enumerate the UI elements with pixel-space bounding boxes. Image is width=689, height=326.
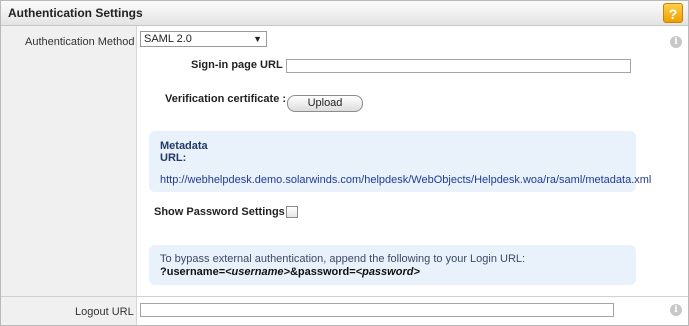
authentication-method-label: Authentication Method <box>25 36 135 48</box>
bypass-username-param: ?username= <box>160 266 226 278</box>
signin-url-label: Sign-in page URL : <box>191 59 290 71</box>
info-icon[interactable]: i <box>670 304 682 316</box>
bypass-password-placeholder: <password> <box>355 266 420 278</box>
bypass-info-box: To bypass external authentication, appen… <box>149 245 636 285</box>
metadata-title-line1: Metadata <box>160 140 208 152</box>
label-column <box>1 26 137 325</box>
logout-url-label: Logout URL <box>75 306 134 318</box>
metadata-url-link[interactable]: http://webhelpdesk.demo.solarwinds.com/h… <box>160 174 651 186</box>
bypass-url-pattern: ?username=<username>&password=<password> <box>160 266 420 278</box>
authentication-settings-panel: Authentication Settings ? Authentication… <box>0 0 689 326</box>
help-icon[interactable]: ? <box>663 3 683 23</box>
metadata-info-box: Metadata URL: http://webhelpdesk.demo.so… <box>149 131 651 192</box>
bypass-instructions: To bypass external authentication, appen… <box>160 253 526 265</box>
metadata-title-line2: URL: <box>160 152 187 164</box>
metadata-title: Metadata URL: <box>160 140 208 164</box>
authentication-method-select[interactable]: SAML 2.0 ▼ <box>140 31 267 47</box>
show-password-label: Show Password Settings : <box>154 206 292 218</box>
logout-url-input[interactable] <box>140 303 614 317</box>
info-icon[interactable]: i <box>670 36 682 48</box>
bypass-password-param: &password= <box>289 266 356 278</box>
verification-certificate-label: Verification certificate : <box>165 93 287 105</box>
upload-button[interactable]: Upload <box>287 95 363 112</box>
row-divider <box>1 296 688 297</box>
panel-title: Authentication Settings <box>8 6 143 20</box>
authentication-method-value: SAML 2.0 <box>144 33 192 45</box>
chevron-down-icon: ▼ <box>253 34 262 44</box>
panel-header: Authentication Settings ? <box>1 1 688 26</box>
signin-url-input[interactable] <box>286 59 631 73</box>
show-password-checkbox[interactable] <box>286 206 298 218</box>
bypass-username-placeholder: <username> <box>225 266 290 278</box>
